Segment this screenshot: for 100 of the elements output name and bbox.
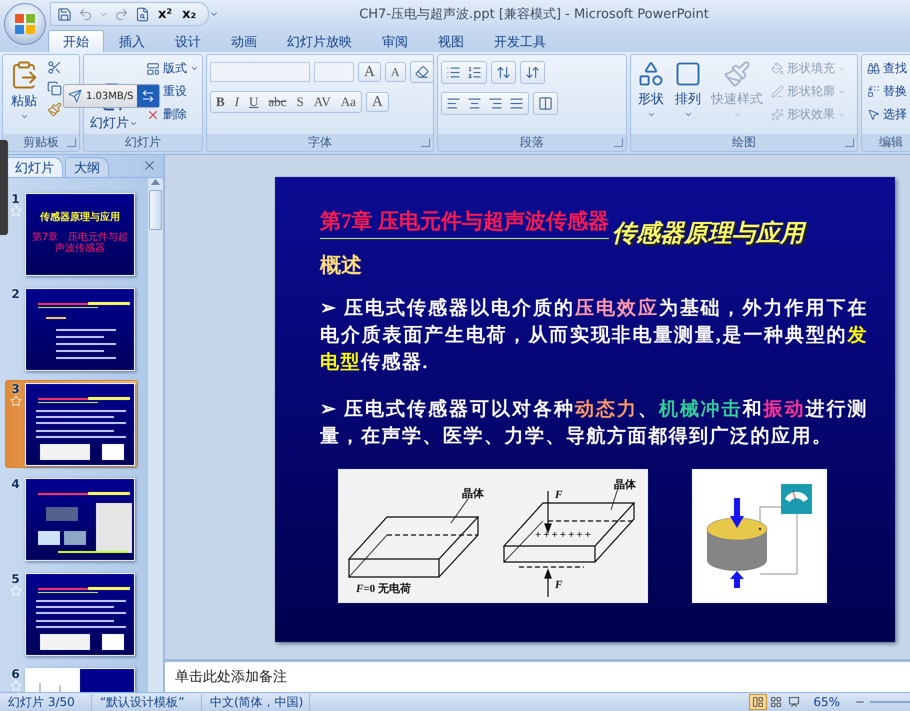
paste-button[interactable]: 粘贴 (6, 58, 42, 134)
ribbon-tab[interactable]: 开发工具 (479, 30, 561, 52)
thumbnail-row[interactable]: 4 (5, 475, 138, 563)
subscript-button[interactable]: x₂ (180, 6, 198, 22)
shrink-font-button[interactable]: A (384, 62, 406, 82)
strikethrough-button[interactable]: abc (263, 92, 292, 112)
superscript-button[interactable]: x² (156, 6, 174, 22)
scissors-icon (47, 60, 62, 75)
caret-icon (684, 110, 692, 119)
delete-button[interactable]: 删除 (144, 104, 201, 125)
character-spacing-button[interactable]: AV (308, 92, 336, 112)
ribbon-tab[interactable]: 动画 (216, 30, 272, 52)
close-icon (142, 158, 157, 173)
ribbon-tab[interactable]: 开始 (48, 30, 104, 52)
scroll-up-arrow-icon[interactable] (151, 178, 160, 186)
speed-reading: 1.03MB/S (86, 90, 134, 102)
language-indicator: 中文(简体，中国) (202, 694, 310, 710)
justify-icon (509, 96, 524, 111)
thumbnail-row[interactable]: 5 (5, 570, 138, 658)
swap-button[interactable] (137, 85, 160, 107)
layout-button[interactable]: 版式 (144, 58, 201, 79)
thumbnail-row[interactable]: 3 (5, 380, 138, 468)
ribbon-tab[interactable]: 幻灯片放映 (272, 30, 367, 52)
star-icon (10, 585, 22, 597)
dialog-launcher-icon[interactable] (845, 138, 854, 147)
normal-view-button[interactable] (749, 694, 768, 710)
font-color-button[interactable]: A (366, 92, 389, 112)
notes-placeholder: 单击此处添加备注 (175, 668, 287, 686)
figure-label: 晶体 (614, 478, 636, 492)
arrange-button[interactable]: 排列 (671, 58, 705, 134)
thumbnail-row[interactable]: 2 (5, 285, 138, 373)
section-heading: 概述 (320, 252, 362, 279)
slide-paragraph: ➢ 压电式传感器可以对各种动态力、机械冲击和振动进行测量，在声学、医学、力学、导航方面都得到广泛的应用。 (320, 398, 868, 449)
print-preview-icon (135, 6, 150, 22)
italic-button[interactable]: I (230, 92, 244, 112)
find-button[interactable]: 查找 (865, 58, 909, 79)
slide-number: 4 (11, 478, 20, 490)
office-logo-icon (14, 13, 36, 35)
format-painter-button[interactable] (45, 100, 64, 119)
chapter-title: 第7章 压电元件与超声波传感器 (320, 207, 609, 239)
shapes-button[interactable]: 形状 (634, 58, 668, 134)
shadow-button[interactable]: S (291, 92, 309, 112)
caret-icon (646, 110, 656, 119)
projector-icon (788, 696, 800, 708)
thumbnail-title: 传感器原理与应用 (40, 210, 120, 224)
replace-icon (867, 85, 880, 98)
ribbon-tab[interactable]: 插入 (104, 30, 160, 52)
ribbon-tab[interactable]: 视图 (423, 30, 479, 52)
group-title: 字体 (308, 134, 332, 151)
dialog-launcher-icon[interactable] (614, 138, 623, 147)
slide-number: 3 (11, 383, 20, 395)
align-center-icon (467, 96, 482, 111)
paint-bucket-icon (771, 62, 784, 75)
thumbnail-row[interactable]: 1 传感器原理与应用 第7章 压电元件与超声波传感器 (5, 190, 138, 278)
slide-number: 1 (11, 193, 20, 205)
copy-icon (47, 81, 62, 96)
panel-tab[interactable]: 大纲 (65, 157, 109, 177)
slide-number: 5 (11, 573, 20, 585)
slide-number: 6 (11, 668, 20, 680)
normal-view-icon (752, 696, 764, 708)
panel-tab[interactable]: 幻灯片 (6, 157, 63, 177)
font-size-field[interactable] (314, 62, 354, 82)
group-title: 绘图 (732, 134, 756, 151)
scrollbar-thumb[interactable] (149, 190, 162, 230)
redo-icon (114, 6, 129, 22)
binoculars-icon (867, 62, 880, 75)
theme-name: “默认设计模板” (92, 694, 202, 710)
figure-label: F (555, 489, 562, 501)
align-right-icon (488, 96, 503, 111)
notes-pane[interactable]: 单击此处添加备注 (165, 662, 910, 692)
bold-button[interactable]: B (211, 92, 230, 112)
thumbnail-row[interactable]: 6 (5, 665, 138, 692)
undo-icon (78, 6, 93, 22)
ribbon-tab[interactable]: 设计 (160, 30, 216, 52)
dialog-launcher-icon[interactable] (67, 138, 76, 147)
pen-icon (771, 85, 784, 98)
group-title: 剪贴板 (23, 134, 59, 151)
layout-icon (146, 62, 160, 76)
brush-icon (47, 102, 62, 117)
ribbon-tab[interactable]: 审阅 (367, 30, 423, 52)
scrollbar[interactable] (147, 178, 163, 692)
underline-button[interactable]: U (244, 92, 264, 112)
sparkles-icon (771, 108, 784, 121)
figure-label: 晶体 (462, 487, 484, 501)
dialog-launcher-icon[interactable] (421, 138, 430, 147)
replace-button[interactable]: 替换 (865, 81, 909, 102)
caret-icon (732, 110, 742, 119)
slide-thumbnail[interactable]: 传感器原理与应用 第7章 压电元件与超声波传感器 (25, 193, 135, 276)
charge-marks: +++++++ (535, 529, 593, 541)
grow-font-button[interactable]: A (358, 62, 381, 82)
close-button[interactable] (142, 158, 157, 173)
columns-icon (538, 96, 553, 111)
brush-icon (723, 60, 751, 88)
caret-icon (20, 112, 28, 121)
line-spacing-icon (496, 65, 511, 80)
copy-button[interactable] (45, 79, 64, 98)
course-title: 传感器原理与应用 (612, 217, 804, 249)
font-name-field[interactable] (210, 62, 310, 82)
select-button[interactable]: 选择 (865, 104, 909, 125)
change-case-button[interactable]: Aa (336, 92, 361, 112)
